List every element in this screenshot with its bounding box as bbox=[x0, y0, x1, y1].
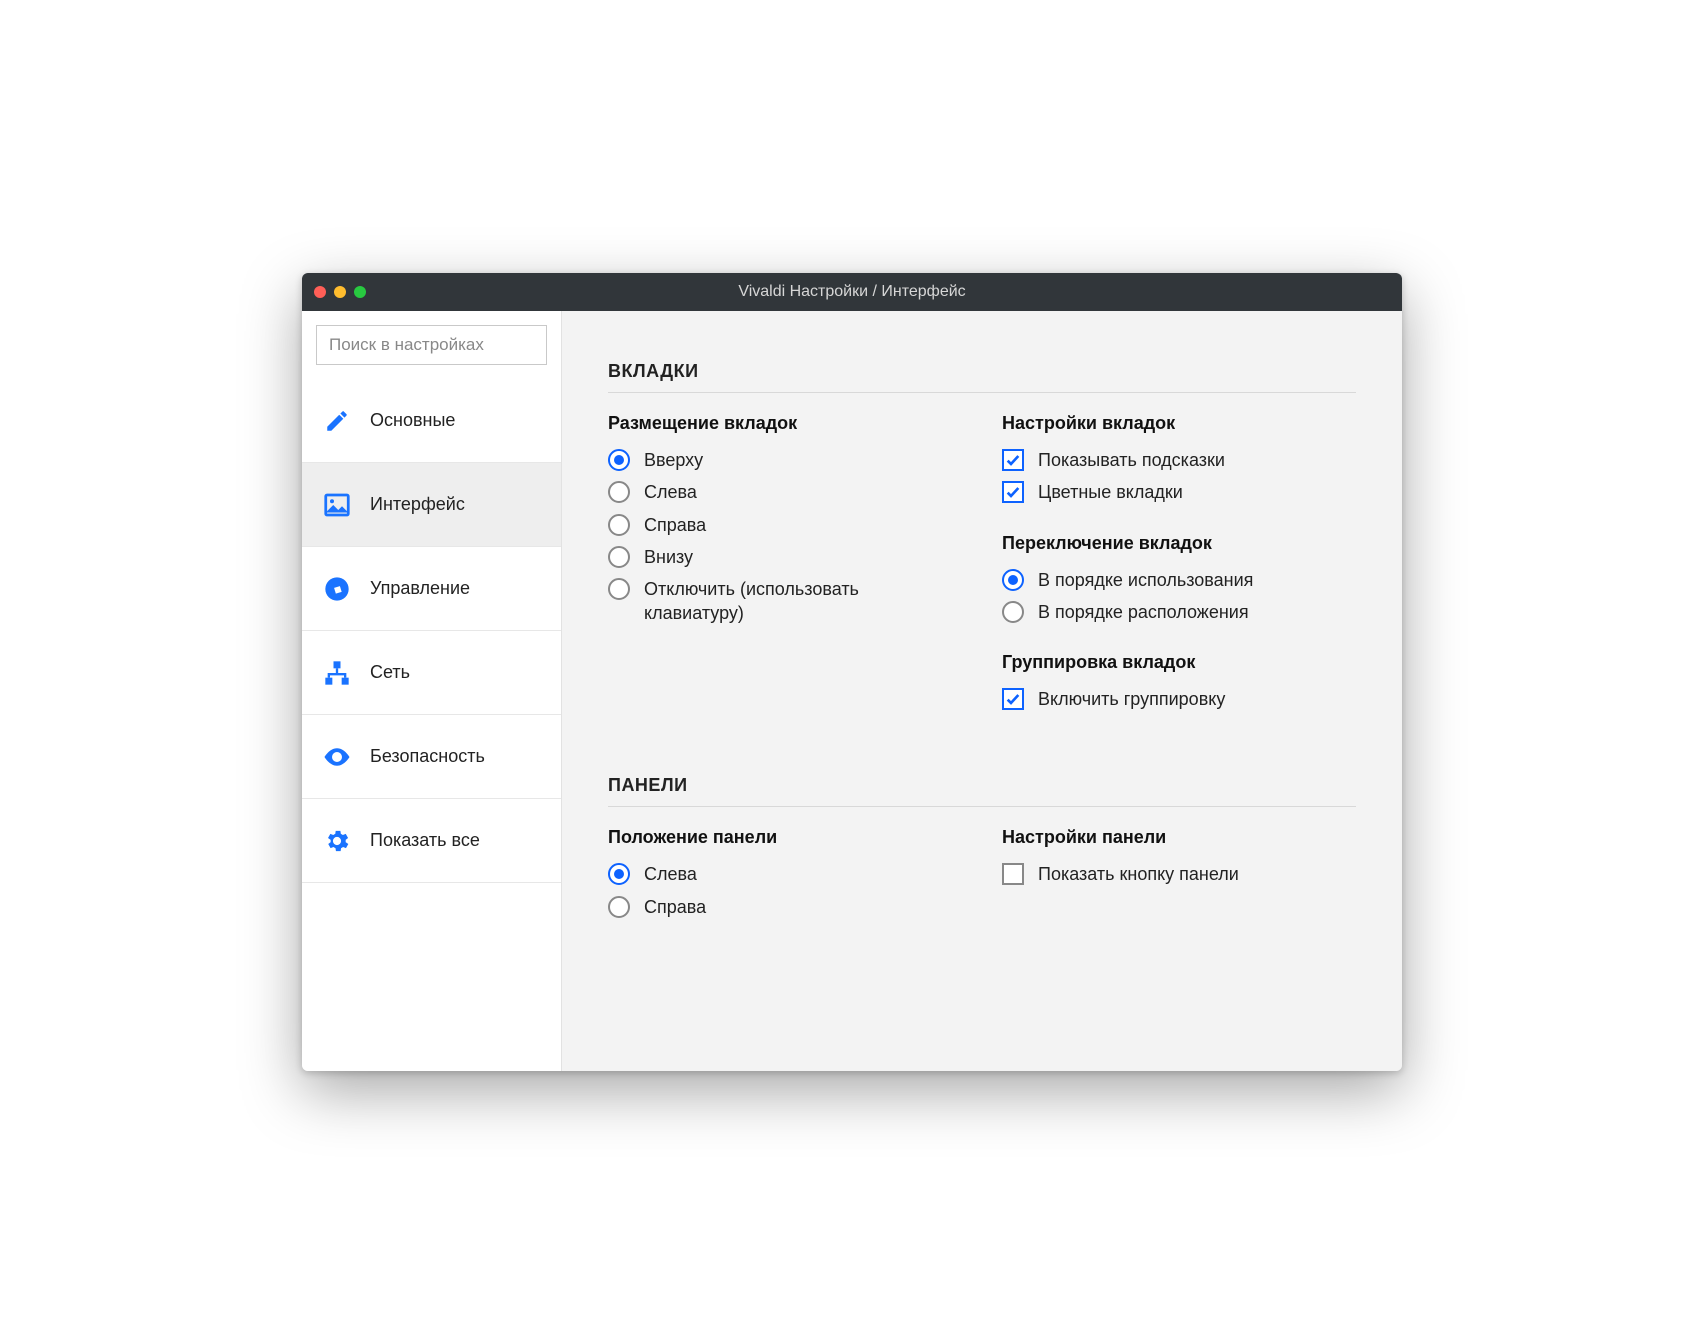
radio-icon bbox=[608, 863, 630, 885]
sidebar-item-label: Безопасность bbox=[370, 746, 485, 767]
image-icon bbox=[322, 490, 352, 520]
window-body: Основные Интерфейс Управление Сеть bbox=[302, 311, 1402, 1071]
group-heading: Положение панели bbox=[608, 827, 962, 848]
option-label: Слева bbox=[644, 480, 697, 504]
panels-left-col: Положение панели Слева Справа bbox=[608, 827, 962, 927]
settings-window: Vivaldi Настройки / Интерфейс Основные И… bbox=[302, 273, 1402, 1071]
group-heading: Размещение вкладок bbox=[608, 413, 962, 434]
radio-tab-left[interactable]: Слева bbox=[608, 480, 962, 504]
option-label: Показывать подсказки bbox=[1038, 448, 1225, 472]
radio-tab-bottom[interactable]: Внизу bbox=[608, 545, 962, 569]
sidebar-item-show-all[interactable]: Показать все bbox=[302, 799, 561, 883]
checkbox-color-tabs[interactable]: Цветные вкладки bbox=[1002, 480, 1356, 504]
tabs-right-col: Настройки вкладок Показывать подсказки Ц… bbox=[1002, 413, 1356, 719]
panel-settings-group: Настройки панели Показать кнопку панели bbox=[1002, 827, 1356, 886]
radio-switch-usage[interactable]: В порядке использования bbox=[1002, 568, 1356, 592]
radio-icon bbox=[608, 481, 630, 503]
checkbox-icon bbox=[1002, 481, 1024, 503]
sidebar-item-interface[interactable]: Интерфейс bbox=[302, 463, 561, 547]
window-title: Vivaldi Настройки / Интерфейс bbox=[302, 283, 1402, 301]
radio-tab-right[interactable]: Справа bbox=[608, 513, 962, 537]
pencil-icon bbox=[322, 406, 352, 436]
tabs-columns: Размещение вкладок Вверху Слева Справа bbox=[608, 413, 1356, 719]
option-label: Справа bbox=[644, 513, 706, 537]
radio-panel-right[interactable]: Справа bbox=[608, 895, 962, 919]
radio-icon bbox=[1002, 601, 1024, 623]
section-title-panels: ПАНЕЛИ bbox=[608, 775, 1356, 807]
radio-icon bbox=[608, 578, 630, 600]
radio-icon bbox=[608, 449, 630, 471]
checkbox-icon bbox=[1002, 449, 1024, 471]
option-label: Цветные вкладки bbox=[1038, 480, 1183, 504]
tab-grouping-group: Группировка вкладок Включить группировку bbox=[1002, 652, 1356, 711]
group-heading: Переключение вкладок bbox=[1002, 533, 1356, 554]
checkbox-icon bbox=[1002, 863, 1024, 885]
option-label: Включить группировку bbox=[1038, 687, 1225, 711]
maximize-icon[interactable] bbox=[354, 286, 366, 298]
sidebar-item-security[interactable]: Безопасность bbox=[302, 715, 561, 799]
option-label: Справа bbox=[644, 895, 706, 919]
panels-right-col: Настройки панели Показать кнопку панели bbox=[1002, 827, 1356, 927]
panels-columns: Положение панели Слева Справа Настрой bbox=[608, 827, 1356, 927]
radio-panel-left[interactable]: Слева bbox=[608, 862, 962, 886]
radio-icon bbox=[1002, 569, 1024, 591]
compass-icon bbox=[322, 574, 352, 604]
content-pane: ВКЛАДКИ Размещение вкладок Вверху Слева bbox=[562, 311, 1402, 1071]
sidebar-item-label: Основные bbox=[370, 410, 455, 431]
gear-icon bbox=[322, 826, 352, 856]
tab-switching-group: Переключение вкладок В порядке использов… bbox=[1002, 533, 1356, 625]
option-label: В порядке использования bbox=[1038, 568, 1253, 592]
option-label: Показать кнопку панели bbox=[1038, 862, 1239, 886]
option-label: Внизу bbox=[644, 545, 693, 569]
window-controls bbox=[314, 286, 366, 298]
tabs-left-col: Размещение вкладок Вверху Слева Справа bbox=[608, 413, 962, 719]
sidebar-item-label: Сеть bbox=[370, 662, 410, 683]
sidebar-item-navigation[interactable]: Управление bbox=[302, 547, 561, 631]
network-icon bbox=[322, 658, 352, 688]
panel-position-group: Положение панели Слева Справа bbox=[608, 827, 962, 919]
tab-placement-group: Размещение вкладок Вверху Слева Справа bbox=[608, 413, 962, 626]
radio-icon bbox=[608, 896, 630, 918]
section-title-tabs: ВКЛАДКИ bbox=[608, 361, 1356, 393]
sidebar-item-label: Управление bbox=[370, 578, 470, 599]
checkbox-show-hints[interactable]: Показывать подсказки bbox=[1002, 448, 1356, 472]
sidebar-item-label: Показать все bbox=[370, 830, 480, 851]
sidebar: Основные Интерфейс Управление Сеть bbox=[302, 311, 562, 1071]
radio-tab-disable[interactable]: Отключить (использовать клавиатуру) bbox=[608, 577, 962, 626]
group-heading: Настройки вкладок bbox=[1002, 413, 1356, 434]
option-label: Отключить (использовать клавиатуру) bbox=[644, 577, 962, 626]
option-label: Слева bbox=[644, 862, 697, 886]
radio-tab-top[interactable]: Вверху bbox=[608, 448, 962, 472]
radio-icon bbox=[608, 546, 630, 568]
eye-icon bbox=[322, 742, 352, 772]
sidebar-item-network[interactable]: Сеть bbox=[302, 631, 561, 715]
checkbox-icon bbox=[1002, 688, 1024, 710]
checkbox-enable-grouping[interactable]: Включить группировку bbox=[1002, 687, 1356, 711]
search-wrap bbox=[302, 311, 561, 379]
tab-settings-group: Настройки вкладок Показывать подсказки Ц… bbox=[1002, 413, 1356, 505]
checkbox-panel-button[interactable]: Показать кнопку панели bbox=[1002, 862, 1356, 886]
radio-switch-position[interactable]: В порядке расположения bbox=[1002, 600, 1356, 624]
sidebar-item-general[interactable]: Основные bbox=[302, 379, 561, 463]
search-input[interactable] bbox=[316, 325, 547, 365]
group-heading: Группировка вкладок bbox=[1002, 652, 1356, 673]
option-label: Вверху bbox=[644, 448, 703, 472]
radio-icon bbox=[608, 514, 630, 536]
sidebar-item-label: Интерфейс bbox=[370, 494, 465, 515]
close-icon[interactable] bbox=[314, 286, 326, 298]
minimize-icon[interactable] bbox=[334, 286, 346, 298]
titlebar: Vivaldi Настройки / Интерфейс bbox=[302, 273, 1402, 311]
option-label: В порядке расположения bbox=[1038, 600, 1249, 624]
group-heading: Настройки панели bbox=[1002, 827, 1356, 848]
